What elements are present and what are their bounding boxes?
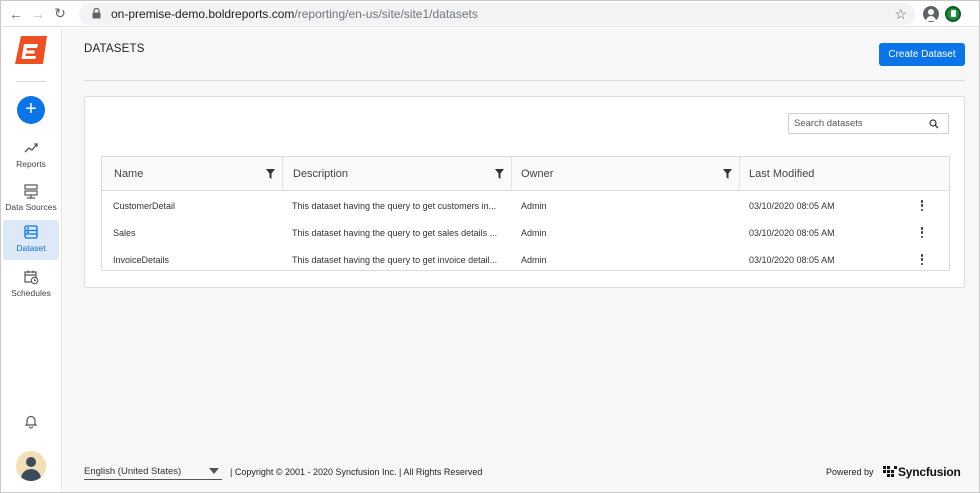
sidebar-item-label: Dataset <box>16 243 46 253</box>
cell-name[interactable]: Sales <box>113 219 136 246</box>
footer: English (United States) | Copyright © 20… <box>84 463 965 483</box>
chevron-down-icon <box>209 468 219 474</box>
language-value: English (United States) <box>84 465 182 477</box>
search-icon[interactable] <box>929 119 939 129</box>
browser-toolbar: ← → ↻ on-premise-demo.boldreports.com/re… <box>1 1 979 27</box>
sidebar-item-label: Data Sources <box>5 202 57 212</box>
more-options-icon[interactable] <box>919 199 925 212</box>
app-window: ← → ↻ on-premise-demo.boldreports.com/re… <box>0 0 980 493</box>
filter-icon[interactable] <box>723 169 732 179</box>
syncfusion-logo[interactable]: Syncfusion <box>883 463 961 481</box>
table-row[interactable]: CustomerDetail This dataset having the q… <box>102 192 949 219</box>
sidebar-item-dataset[interactable]: Dataset <box>3 220 59 260</box>
cell-last-modified: 03/10/2020 08:05 AM <box>749 227 835 238</box>
filter-icon[interactable] <box>495 169 504 179</box>
cell-description: This dataset having the query to get cus… <box>292 200 497 211</box>
cell-owner: Admin <box>521 227 547 238</box>
filter-icon[interactable] <box>266 169 275 179</box>
search-input[interactable] <box>794 118 924 129</box>
sidebar-item-schedules[interactable]: Schedules <box>3 265 59 305</box>
sidebar: + Reports Data Sources Dataset Schedules <box>1 28 62 492</box>
cell-owner: Admin <box>521 200 547 211</box>
column-header-name[interactable]: Name <box>114 157 143 191</box>
main-content: DATASETS Create Dataset Name Description… <box>63 28 979 492</box>
sidebar-divider <box>16 81 46 82</box>
table-row[interactable]: InvoiceDetails This dataset having the q… <box>102 246 949 273</box>
url-host: on-premise-demo.boldreports.com <box>111 6 295 21</box>
cell-name[interactable]: InvoiceDetails <box>113 246 169 273</box>
forward-icon[interactable]: → <box>27 3 49 25</box>
syncfusion-wordmark: Syncfusion <box>898 465 961 479</box>
server-icon <box>24 184 38 199</box>
lock-icon <box>89 7 103 21</box>
extension-icon[interactable] <box>945 5 961 22</box>
dataset-icon <box>24 225 38 239</box>
cell-owner: Admin <box>521 254 547 265</box>
column-header-description[interactable]: Description <box>293 157 348 191</box>
title-divider <box>84 80 965 81</box>
page-title: DATASETS <box>84 43 145 55</box>
datasets-card: Name Description Owner Last Modified Cus… <box>84 96 965 288</box>
search-box <box>788 113 949 134</box>
bold-reports-logo[interactable] <box>13 34 49 66</box>
more-options-icon[interactable] <box>919 253 925 266</box>
bookmark-star-icon[interactable]: ☆ <box>894 6 907 23</box>
sidebar-item-label: Reports <box>16 159 46 169</box>
cell-name[interactable]: CustomerDetail <box>113 192 175 219</box>
cell-description: This dataset having the query to get inv… <box>292 254 498 265</box>
sidebar-item-reports[interactable]: Reports <box>3 136 59 176</box>
cell-last-modified: 03/10/2020 08:05 AM <box>749 200 835 211</box>
url-path: /reporting/en-us/site/site1/datasets <box>294 6 478 21</box>
grid-header: Name Description Owner Last Modified <box>102 157 949 191</box>
calendar-clock-icon <box>24 270 39 285</box>
syncfusion-mark-icon <box>883 466 897 477</box>
column-header-owner[interactable]: Owner <box>521 157 553 191</box>
bell-icon[interactable] <box>23 413 39 429</box>
sidebar-item-data-sources[interactable]: Data Sources <box>3 179 59 219</box>
powered-by-text: Powered by <box>826 467 874 477</box>
back-icon[interactable]: ← <box>5 3 27 25</box>
address-bar[interactable]: on-premise-demo.boldreports.com/reportin… <box>79 2 915 25</box>
datasets-grid: Name Description Owner Last Modified Cus… <box>101 156 950 271</box>
table-row[interactable]: Sales This dataset having the query to g… <box>102 219 949 246</box>
copyright-text: | Copyright © 2001 - 2020 Syncfusion Inc… <box>230 467 483 477</box>
more-options-icon[interactable] <box>919 226 925 239</box>
create-dataset-button[interactable]: Create Dataset <box>879 43 965 66</box>
language-select[interactable]: English (United States) <box>84 463 222 480</box>
cell-description: This dataset having the query to get sal… <box>292 227 498 238</box>
cell-last-modified: 03/10/2020 08:05 AM <box>749 254 835 265</box>
column-header-last-modified[interactable]: Last Modified <box>749 157 814 191</box>
avatar[interactable] <box>16 451 46 481</box>
trending-up-icon <box>24 143 38 153</box>
sidebar-item-label: Schedules <box>11 288 51 298</box>
account-icon[interactable] <box>923 5 939 22</box>
reload-icon[interactable]: ↻ <box>49 3 71 25</box>
add-button[interactable]: + <box>17 96 45 124</box>
